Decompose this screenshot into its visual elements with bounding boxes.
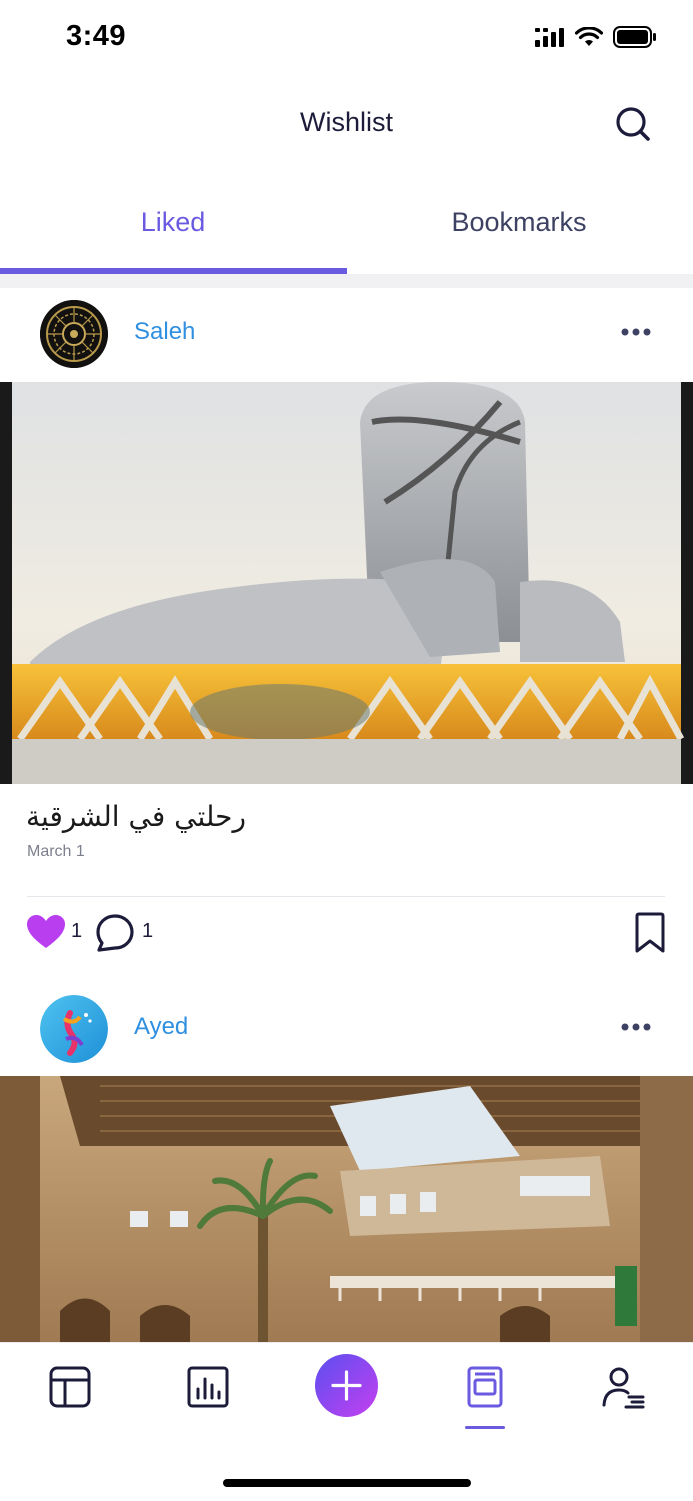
tab-bar: Liked Bookmarks	[0, 185, 693, 288]
bottom-nav	[0, 1342, 693, 1501]
post-header: Saleh	[0, 290, 693, 380]
signal-icon	[535, 28, 564, 47]
nav-feed[interactable]	[48, 1365, 92, 1409]
post-header: Ayed	[0, 985, 693, 1075]
status-time: 3:49	[66, 20, 127, 52]
profile-icon	[602, 1367, 645, 1409]
plus-icon	[331, 1370, 362, 1401]
bookmark-icon	[635, 912, 665, 953]
avatar[interactable]	[40, 300, 108, 368]
like-button[interactable]	[26, 914, 66, 950]
wifi-icon	[575, 27, 603, 46]
more-button[interactable]	[621, 1019, 651, 1031]
search-button[interactable]	[613, 104, 653, 144]
status-bar: 3:49	[0, 0, 693, 76]
wishlist-icon	[467, 1366, 503, 1408]
nav-active-indicator	[465, 1426, 505, 1429]
more-icon	[621, 328, 651, 336]
post-photo	[0, 1076, 693, 1342]
nav-stats[interactable]	[186, 1365, 230, 1409]
avatar[interactable]	[40, 995, 108, 1063]
more-icon	[621, 1023, 651, 1031]
post-date: March 1	[27, 843, 85, 860]
post-photo	[0, 382, 693, 784]
post-image[interactable]	[0, 382, 693, 784]
post-image[interactable]	[0, 1076, 693, 1342]
post-actions: 1 1	[0, 910, 693, 956]
feed-icon	[49, 1366, 91, 1408]
bookmark-button[interactable]	[633, 912, 667, 954]
tab-bookmarks[interactable]: Bookmarks	[346, 185, 692, 259]
heart-icon	[27, 915, 65, 948]
header: Wishlist	[0, 90, 693, 160]
post-author[interactable]: Saleh	[134, 318, 195, 346]
status-icons	[535, 26, 657, 48]
comment-count: 1	[142, 920, 154, 942]
like-count: 1	[71, 920, 83, 942]
battery-icon	[613, 26, 656, 48]
post-caption: رحلتي في الشرقية	[26, 800, 246, 833]
post-author[interactable]: Ayed	[134, 1013, 188, 1041]
page-title: Wishlist	[300, 107, 393, 137]
comment-button[interactable]	[95, 913, 135, 953]
add-button[interactable]	[315, 1354, 378, 1417]
stats-icon	[187, 1366, 229, 1408]
home-indicator	[223, 1479, 471, 1487]
nav-wishlist[interactable]	[463, 1365, 507, 1409]
avatar-image	[40, 300, 108, 368]
comment-icon	[96, 914, 134, 952]
avatar-image	[40, 995, 108, 1063]
tab-divider	[0, 274, 693, 288]
tab-liked[interactable]: Liked	[0, 185, 346, 259]
nav-profile[interactable]	[601, 1365, 645, 1409]
more-button[interactable]	[621, 324, 651, 336]
search-icon	[616, 107, 650, 141]
divider	[27, 896, 665, 897]
